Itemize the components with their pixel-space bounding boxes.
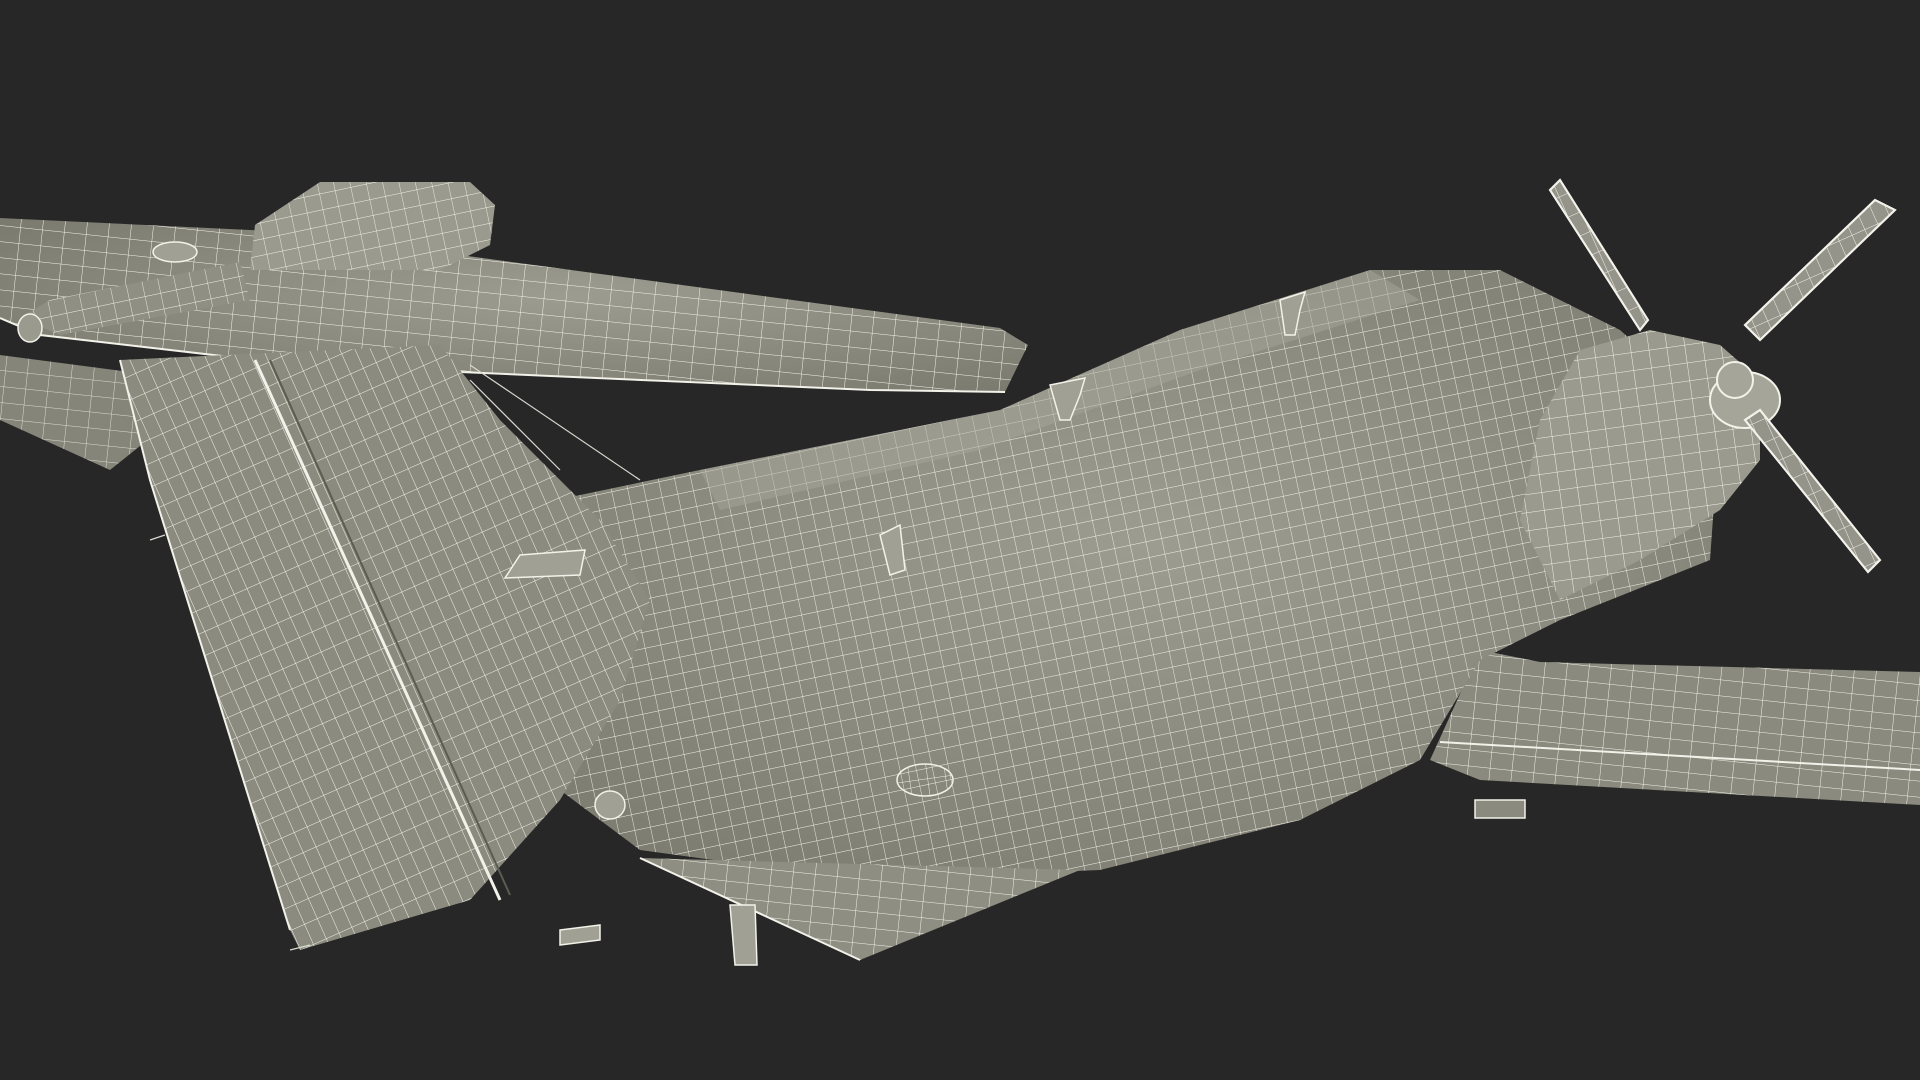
vertical-stabilizer xyxy=(119,345,650,950)
aircraft-render xyxy=(0,178,1920,966)
right-wing xyxy=(1430,650,1920,819)
ventral-strake xyxy=(639,857,1080,961)
viewport xyxy=(0,0,1920,1080)
